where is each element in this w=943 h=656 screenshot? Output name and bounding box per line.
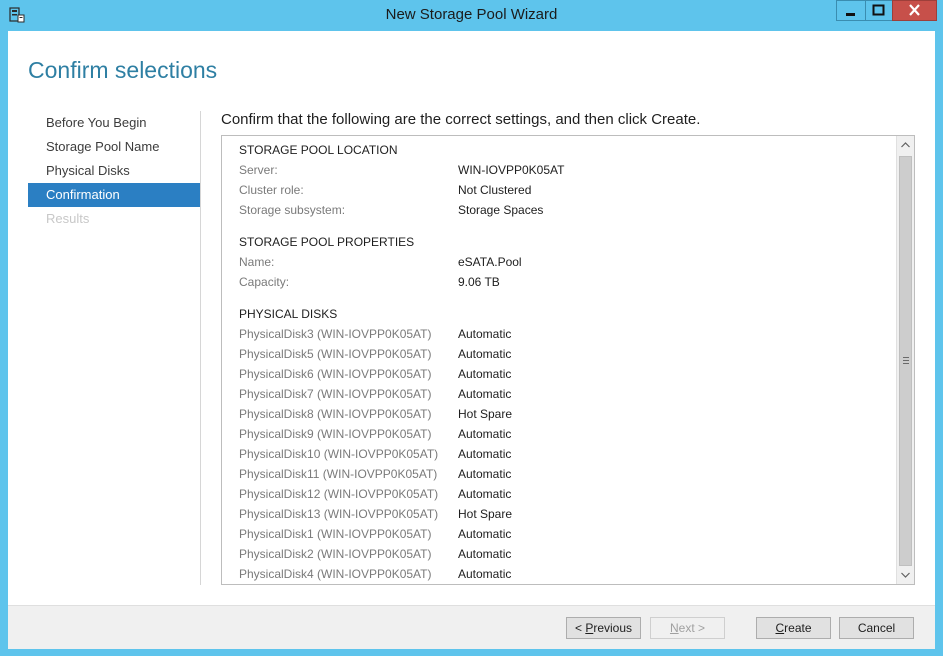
create-label-post: reate <box>784 621 812 635</box>
section-heading-properties: STORAGE POOL PROPERTIES <box>239 235 415 249</box>
disk-row: PhysicalDisk2 (WIN-IOVPP0K05AT) Automatic <box>239 544 899 564</box>
disk-row-value: Automatic <box>458 567 512 581</box>
summary-panel: STORAGE POOL LOCATION Server: WIN-IOVPP0K… <box>221 135 915 585</box>
chevron-up-icon <box>901 142 910 148</box>
disk-row-value: Automatic <box>458 447 512 461</box>
disk-row-value: Hot Spare <box>458 407 513 421</box>
disk-row-key: PhysicalDisk12 (WIN-IOVPP0K05AT) <box>239 487 439 501</box>
disk-row-key: PhysicalDisk8 (WIN-IOVPP0K05AT) <box>239 407 432 421</box>
disk-row: PhysicalDisk13 (WIN-IOVPP0K05AT) Hot Spar… <box>239 504 899 524</box>
section-heading-physical-disks: PHYSICAL DISKS <box>239 307 338 321</box>
property-row-key: Capacity: <box>239 275 290 289</box>
window-title: New Storage Pool Wizard <box>385 6 558 23</box>
location-row-value: Storage Spaces <box>458 203 544 217</box>
disk-row: PhysicalDisk6 (WIN-IOVPP0K05AT) Automatic <box>239 364 899 384</box>
summary-content: STORAGE POOL LOCATION Server: WIN-IOVPP0K… <box>239 140 899 584</box>
disk-row-key: PhysicalDisk4 (WIN-IOVPP0K05AT) <box>239 567 432 581</box>
disk-row-value: Automatic <box>458 327 512 341</box>
section-heading-location: STORAGE POOL LOCATION <box>239 143 398 157</box>
wizard-window: New Storage Pool Wizard Confirm selectio… <box>0 0 943 656</box>
disk-row-key: PhysicalDisk1 (WIN-IOVPP0K05AT) <box>239 527 432 541</box>
disk-row: PhysicalDisk7 (WIN-IOVPP0K05AT) Automatic <box>239 384 899 404</box>
disk-row-key: PhysicalDisk10 (WIN-IOVPP0K05AT) <box>239 447 439 461</box>
disk-row: PhysicalDisk12 (WIN-IOVPP0K05AT) Automati… <box>239 484 899 504</box>
maximize-button[interactable] <box>865 0 892 21</box>
nav-item-before-you-begin[interactable]: Before You Begin <box>28 111 200 135</box>
create-label-accel: C <box>775 621 785 635</box>
nav-divider <box>200 111 201 585</box>
maximize-icon <box>872 4 885 16</box>
disk-row-value: Automatic <box>458 347 512 361</box>
property-row-value: 9.06 TB <box>458 275 500 289</box>
next-label-accel: N <box>669 621 679 635</box>
location-row-value: WIN-IOVPP0K05AT <box>458 163 565 177</box>
property-row-key: Name: <box>239 255 275 269</box>
vertical-scrollbar[interactable] <box>896 136 914 584</box>
property-row-value: eSATA.Pool <box>458 255 522 269</box>
disk-row-value: Automatic <box>458 527 512 541</box>
disk-row-value: Hot Spare <box>458 507 513 521</box>
disk-row-key: PhysicalDisk11 (WIN-IOVPP0K05AT) <box>239 467 438 481</box>
disk-row: PhysicalDisk3 (WIN-IOVPP0K05AT) Automatic <box>239 324 899 344</box>
disk-row-key: PhysicalDisk2 (WIN-IOVPP0K05AT) <box>239 547 432 561</box>
button-bar: < Previous Next > Create Cancel <box>8 605 935 649</box>
disk-row-key: PhysicalDisk9 (WIN-IOVPP0K05AT) <box>239 427 432 441</box>
disk-row-key: PhysicalDisk7 (WIN-IOVPP0K05AT) <box>239 387 432 401</box>
chevron-down-icon <box>901 572 910 578</box>
close-icon <box>909 4 920 16</box>
next-label-post: ext > <box>678 621 706 635</box>
close-button[interactable] <box>892 0 937 21</box>
wizard-nav: Before You Begin Storage Pool Name Physi… <box>28 111 200 231</box>
disk-row: PhysicalDisk1 (WIN-IOVPP0K05AT) Automatic <box>239 524 899 544</box>
location-row: Cluster role: Not Clustered <box>239 180 899 200</box>
nav-item-confirmation[interactable]: Confirmation <box>28 183 200 207</box>
previous-label-post: revious <box>593 621 633 635</box>
disk-row-value: Automatic <box>458 367 512 381</box>
minimize-icon <box>846 13 855 16</box>
disk-row-key: PhysicalDisk6 (WIN-IOVPP0K05AT) <box>239 367 432 381</box>
disk-row: PhysicalDisk11 (WIN-IOVPP0K05AT) Automati… <box>239 464 899 484</box>
disk-row-key: PhysicalDisk3 (WIN-IOVPP0K05AT) <box>239 327 432 341</box>
create-button[interactable]: Create <box>756 617 831 639</box>
disk-row-value: Automatic <box>458 467 512 481</box>
disk-row-value: Automatic <box>458 387 512 401</box>
disk-row-value: Automatic <box>458 427 512 441</box>
property-row: Name: eSATA.Pool <box>239 252 899 272</box>
location-row: Storage subsystem: Storage Spaces <box>239 200 899 220</box>
disk-row: PhysicalDisk9 (WIN-IOVPP0K05AT) Automatic <box>239 424 899 444</box>
disk-row-key: PhysicalDisk5 (WIN-IOVPP0K05AT) <box>239 347 432 361</box>
nav-item-results: Results <box>46 211 90 226</box>
cancel-button[interactable]: Cancel <box>839 617 914 639</box>
minimize-button[interactable] <box>836 0 865 21</box>
location-row-key: Server: <box>239 163 278 177</box>
instruction-text: Confirm that the following are the corre… <box>221 111 701 128</box>
title-bar[interactable]: New Storage Pool Wizard <box>0 0 943 30</box>
location-row: Server: WIN-IOVPP0K05AT <box>239 160 899 180</box>
disk-row-value: Automatic <box>458 547 512 561</box>
disk-row-key: PhysicalDisk13 (WIN-IOVPP0K05AT) <box>239 507 439 521</box>
next-button: Next > <box>650 617 725 639</box>
property-row: Capacity: 9.06 TB <box>239 272 899 292</box>
disk-row-value: Automatic <box>458 487 512 501</box>
location-row-value: Not Clustered <box>458 183 532 197</box>
disk-row: PhysicalDisk5 (WIN-IOVPP0K05AT) Automatic <box>239 344 899 364</box>
scroll-grip-icon <box>903 357 909 366</box>
disk-row: PhysicalDisk8 (WIN-IOVPP0K05AT) Hot Spare <box>239 404 899 424</box>
scroll-down-button[interactable] <box>898 567 913 583</box>
previous-button[interactable]: < Previous <box>566 617 641 639</box>
disk-row: PhysicalDisk10 (WIN-IOVPP0K05AT) Automati… <box>239 444 899 464</box>
wizard-client-area: Confirm selections Before You Begin Stor… <box>8 31 935 649</box>
previous-label-pre: < <box>574 621 586 635</box>
location-row-key: Cluster role: <box>239 183 304 197</box>
nav-item-physical-disks[interactable]: Physical Disks <box>28 159 200 183</box>
location-row-key: Storage subsystem: <box>239 203 346 217</box>
disk-row: PhysicalDisk4 (WIN-IOVPP0K05AT) Automatic <box>239 564 899 584</box>
page-title: Confirm selections <box>28 57 218 83</box>
scroll-thumb[interactable] <box>899 156 912 566</box>
nav-item-storage-pool-name[interactable]: Storage Pool Name <box>28 135 200 159</box>
scroll-up-button[interactable] <box>898 137 913 153</box>
